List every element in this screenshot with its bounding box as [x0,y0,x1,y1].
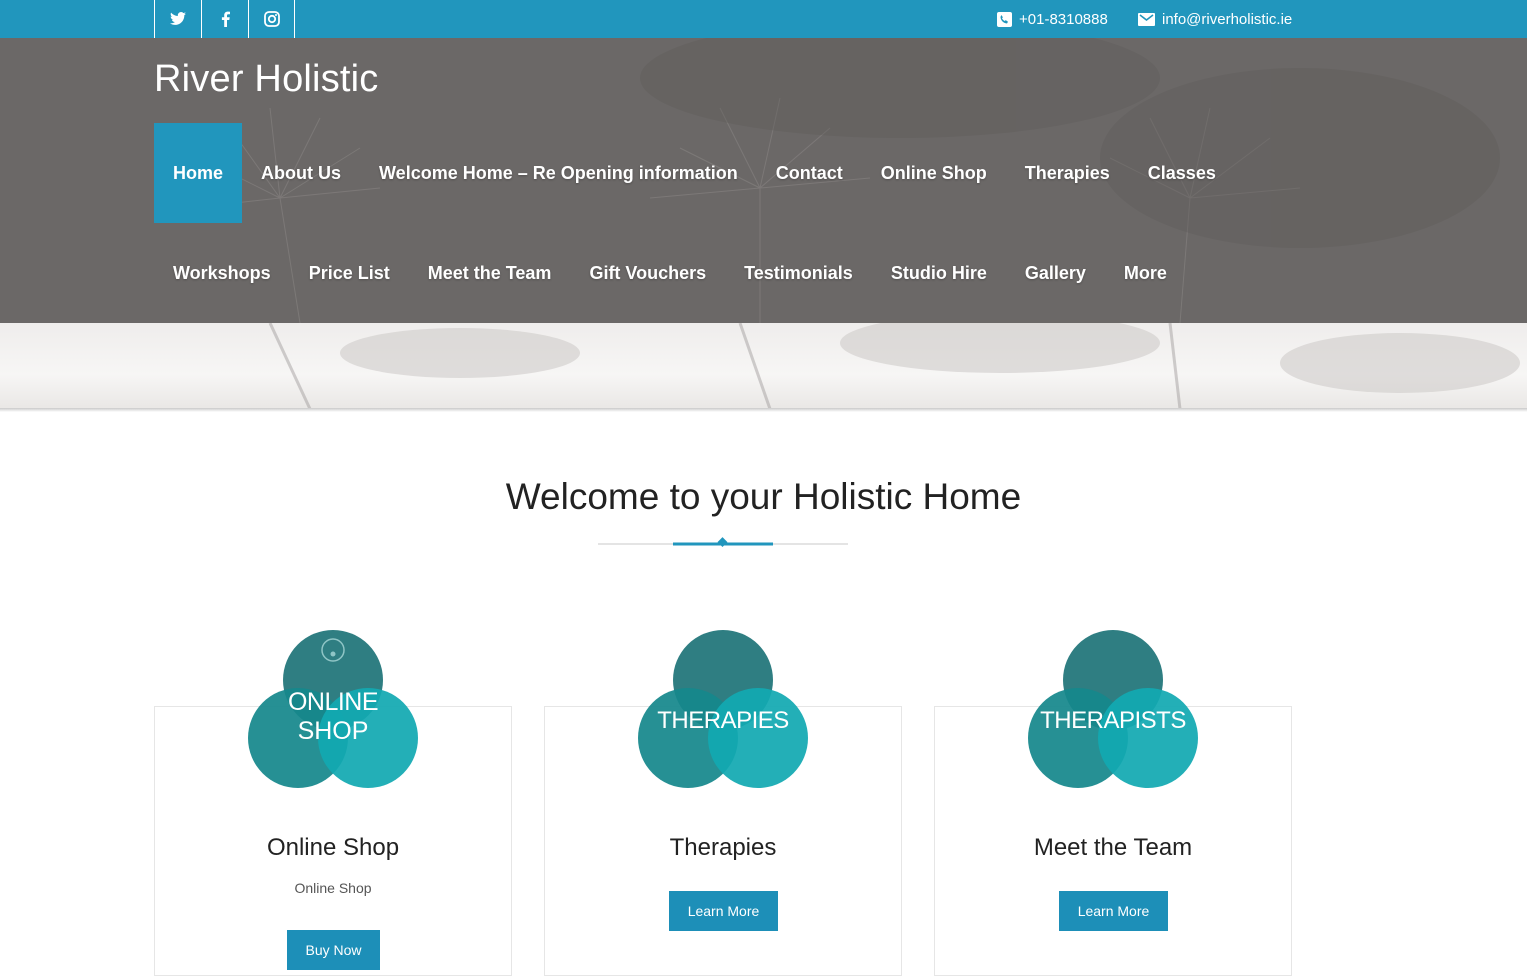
email-address[interactable]: info@riverholistic.ie [1162,11,1292,28]
banner-shadow [0,408,1527,412]
banner-decoration [268,323,1520,409]
nav-item-home[interactable]: Home [154,123,243,223]
hero-banner [0,323,1527,409]
facebook-icon[interactable] [201,0,248,38]
learn-more-button[interactable]: Learn More [669,891,778,931]
site-brand[interactable]: River Holistic [154,58,379,101]
top-bar: +01-8310888 info@riverholistic.ie [0,0,1527,38]
nav-item-studio-hire[interactable]: Studio Hire [872,223,1006,323]
card-logo-text: ONLINE [288,688,378,716]
nav-item-contact[interactable]: Contact [757,123,862,223]
phone-contact[interactable]: +01-8310888 [997,0,1108,38]
card-logo-text: THERAPIES [657,707,789,734]
card-logo-online-shop[interactable]: ONLINESHOP [245,628,421,794]
nav-item-more[interactable]: More [1105,223,1186,323]
nav-item-classes[interactable]: Classes [1129,123,1235,223]
nav-item-about-us[interactable]: About Us [242,123,360,223]
card-logo-meet-the-team[interactable]: THERAPISTS [1025,628,1201,794]
buy-now-button[interactable]: Buy Now [287,930,380,970]
instagram-icon[interactable] [248,0,295,38]
social-links [154,0,295,38]
nav-item-therapies[interactable]: Therapies [1006,123,1129,223]
main-nav-row-1: Home About Us Welcome Home – Re Opening in… [154,123,1235,223]
nav-item-gift-vouchers[interactable]: Gift Vouchers [570,223,725,323]
nav-item-welcome-home-re-opening-information[interactable]: Welcome Home – Re Opening information [360,123,757,223]
card-title: Online Shop [266,834,400,861]
card-subtitle: Online Shop [294,880,372,896]
nav-item-meet-the-team[interactable]: Meet the Team [409,223,571,323]
main-nav-row-2: Workshops Price List Meet the Team Gift Vou… [154,223,1186,323]
card-title: Therapies [669,834,777,861]
heading-divider [598,537,848,548]
nav-item-price-list[interactable]: Price List [290,223,409,323]
nav-item-online-shop[interactable]: Online Shop [862,123,1006,223]
nav-item-testimonials[interactable]: Testimonials [725,223,872,323]
email-contact[interactable]: info@riverholistic.ie [1138,0,1292,38]
card-logo-text-line2: SHOP [298,717,369,745]
phone-icon [997,11,1012,27]
card-logo-text: THERAPISTS [1040,707,1186,734]
nav-item-workshops[interactable]: Workshops [154,223,290,323]
card-logo-therapies[interactable]: THERAPIES [635,628,811,794]
phone-number[interactable]: +01-8310888 [1019,11,1108,28]
nav-item-gallery[interactable]: Gallery [1006,223,1105,323]
welcome-heading: Welcome to your Holistic Home [505,476,1022,517]
learn-more-button[interactable]: Learn More [1059,891,1168,931]
twitter-icon[interactable] [154,0,201,38]
card-title: Meet the Team [1033,834,1193,861]
envelope-icon [1138,12,1155,26]
